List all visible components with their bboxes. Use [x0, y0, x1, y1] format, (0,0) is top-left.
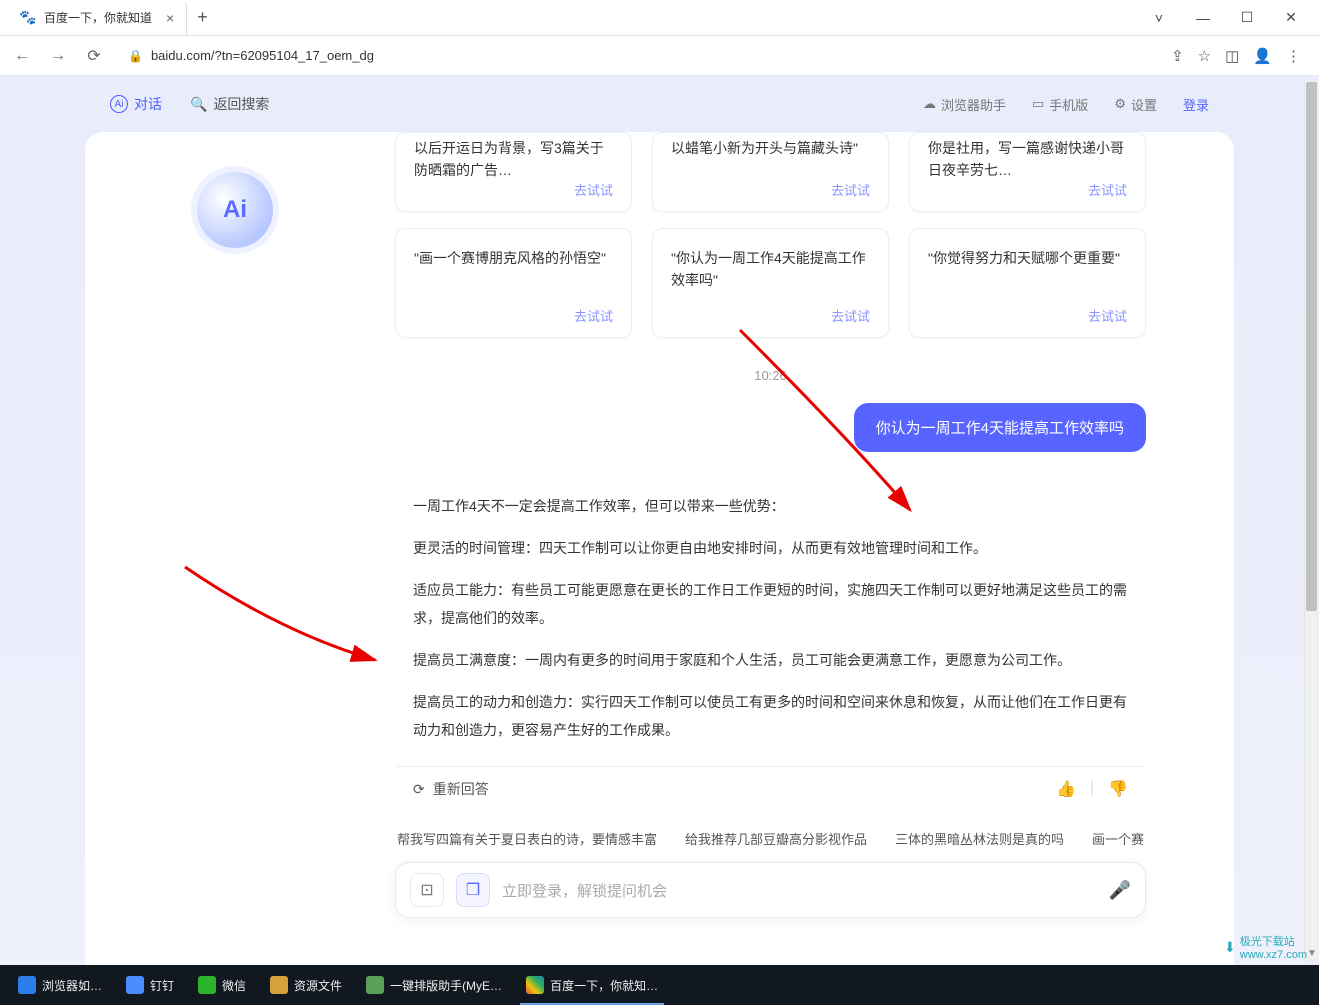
suggestion-chip[interactable]: 三体的黑暗丛林法则是真的吗 [895, 829, 1064, 848]
phone-icon: ▭ [1032, 96, 1044, 112]
browser-tab[interactable]: 🐾 百度一下，你就知道 × [8, 1, 187, 35]
sidebar: Ai [85, 132, 385, 248]
folder-icon [270, 976, 288, 994]
wechat-icon [198, 976, 216, 994]
page-content: Ai 对话 🔍 返回搜索 ☁ 浏览器助手 ▭ 手机版 ⚙ 设置 登录 [0, 76, 1319, 965]
taskbar-item[interactable]: 浏览器如… [6, 965, 114, 1005]
url-input[interactable]: 🔒 baidu.com/?tn=62095104_17_oem_dg [118, 44, 1159, 67]
star-icon[interactable]: ☆ [1198, 47, 1211, 65]
taskbar-item[interactable]: 微信 [186, 965, 258, 1005]
reply-actions: ⟳ 重新回答 👍 | 👎 [395, 767, 1146, 811]
suggestion-chip[interactable]: 画一个赛 [1092, 829, 1144, 848]
timestamp: 10:26 [395, 368, 1146, 383]
suggestion-card[interactable]: 你是社用，写一篇感谢快递小哥日夜辛劳七… 去试试 [909, 132, 1146, 212]
suggestion-card[interactable]: 以后开运日为背景，写3篇关于防晒霜的广告… 去试试 [395, 132, 632, 212]
watermark-icon: ⬇ [1224, 939, 1236, 956]
suggestion-chips: 帮我写四篇有关于夏日表白的诗，要情感丰富 给我推荐几部豆瓣高分影视作品 三体的黑… [397, 829, 1144, 848]
return-search-link[interactable]: 🔍 返回搜索 [190, 94, 269, 114]
chat-input-bar: ⊡ ❒ 立即登录，解锁提问机会 🎤 [395, 862, 1146, 918]
menu-icon[interactable]: ⋮ [1286, 47, 1301, 65]
thumbs-up-icon[interactable]: 👍 [1056, 779, 1076, 799]
ai-reply: 一周工作4天不一定会提高工作效率，但可以带来一些优势： 更灵活的时间管理：四天工… [395, 470, 1146, 767]
dialog-tab[interactable]: Ai 对话 [110, 94, 162, 114]
scroll-thumb[interactable] [1306, 82, 1317, 611]
suggestion-card[interactable]: 以蜡笔小新为开头与篇藏头诗" 去试试 [652, 132, 889, 212]
return-search-label: 返回搜索 [213, 94, 269, 114]
try-link[interactable]: 去试试 [831, 180, 870, 199]
suggestion-chip[interactable]: 给我推荐几部豆瓣高分影视作品 [685, 829, 867, 848]
try-link[interactable]: 去试试 [1088, 180, 1127, 199]
back-button[interactable]: ← [10, 47, 34, 65]
main-panel: Ai 以后开运日为背景，写3篇关于防晒霜的广告… 去试试 以蜡笔小新为开头与篇藏… [85, 132, 1234, 965]
taskbar-item[interactable]: 一键排版助手(MyE… [354, 965, 514, 1005]
attach-button[interactable]: ⊡ [410, 873, 444, 907]
mobile-link[interactable]: ▭ 手机版 [1032, 95, 1088, 114]
profile-icon[interactable]: 👤 [1253, 47, 1272, 65]
taskbar-item[interactable]: 资源文件 [258, 965, 354, 1005]
address-bar: ← → ⟳ 🔒 baidu.com/?tn=62095104_17_oem_dg… [0, 36, 1319, 76]
user-bubble: 你认为一周工作4天能提高工作效率吗 [854, 403, 1146, 452]
url-text: baidu.com/?tn=62095104_17_oem_dg [151, 48, 374, 63]
scroll-down-icon[interactable]: ▼ [1305, 948, 1319, 959]
tab-title: 百度一下，你就知道 [44, 9, 152, 26]
taskbar-item-active[interactable]: 百度一下，你就知… [514, 965, 670, 1005]
lock-icon: 🔒 [128, 49, 143, 63]
window-close-icon[interactable]: ✕ [1271, 4, 1311, 32]
taskbar-item[interactable]: 钉钉 [114, 965, 186, 1005]
ai-badge-icon: Ai [110, 95, 128, 113]
search-icon: 🔍 [190, 96, 207, 113]
windows-taskbar: 浏览器如… 钉钉 微信 资源文件 一键排版助手(MyE… 百度一下，你就知… [0, 965, 1319, 1005]
chat-input[interactable]: 立即登录，解锁提问机会 [502, 880, 1097, 901]
app-icon [366, 976, 384, 994]
browser-icon [18, 976, 36, 994]
cube-button[interactable]: ❒ [456, 873, 490, 907]
watermark: ⬇ 极光下载站 www.xz7.com [1224, 933, 1307, 961]
regenerate-button[interactable]: ⟳ 重新回答 [413, 779, 489, 799]
try-link[interactable]: 去试试 [1088, 306, 1127, 325]
forward-button[interactable]: → [46, 47, 70, 65]
new-tab-button[interactable]: + [197, 7, 208, 28]
try-link[interactable]: 去试试 [574, 306, 613, 325]
reload-button[interactable]: ⟳ [82, 46, 106, 66]
mic-icon[interactable]: 🎤 [1109, 880, 1131, 901]
page-header: Ai 对话 🔍 返回搜索 ☁ 浏览器助手 ▭ 手机版 ⚙ 设置 登录 [0, 76, 1319, 132]
gear-icon: ⚙ [1114, 96, 1126, 112]
try-link[interactable]: 去试试 [574, 180, 613, 199]
ai-avatar-icon: Ai [197, 172, 273, 248]
suggestion-chip[interactable]: 帮我写四篇有关于夏日表白的诗，要情感丰富 [397, 829, 657, 848]
thumbs-down-icon[interactable]: 👎 [1108, 779, 1128, 799]
suggestion-cards-row1: 以后开运日为背景，写3篇关于防晒霜的广告… 去试试 以蜡笔小新为开头与篇藏头诗"… [395, 132, 1146, 212]
close-tab-icon[interactable]: × [166, 10, 174, 26]
window-maximize-icon[interactable]: ☐ [1227, 4, 1267, 32]
chrome-icon [526, 976, 544, 994]
suggestion-card[interactable]: "你觉得努力和天赋哪个更重要" 去试试 [909, 228, 1146, 338]
window-minimize-icon[interactable]: — [1183, 4, 1223, 32]
window-chevron-icon[interactable]: ˅ [1139, 4, 1179, 32]
suggestion-cards-row2: "画一个赛博朋克风格的孙悟空" 去试试 "你认为一周工作4天能提高工作效率吗" … [395, 228, 1146, 338]
share-icon[interactable]: ⇪ [1171, 47, 1184, 65]
cloud-icon: ☁ [923, 96, 936, 112]
chat-content: 以后开运日为背景，写3篇关于防晒霜的广告… 去试试 以蜡笔小新为开头与篇藏头诗"… [385, 132, 1234, 965]
scrollbar[interactable]: ▲ ▼ [1304, 80, 1319, 961]
dingtalk-icon [126, 976, 144, 994]
refresh-icon: ⟳ [413, 781, 425, 798]
settings-link[interactable]: ⚙ 设置 [1114, 95, 1157, 114]
baidu-favicon: 🐾 [20, 10, 36, 26]
browser-helper-link[interactable]: ☁ 浏览器助手 [923, 95, 1006, 114]
user-message: 你认为一周工作4天能提高工作效率吗 [395, 403, 1146, 452]
suggestion-card[interactable]: "你认为一周工作4天能提高工作效率吗" 去试试 [652, 228, 889, 338]
dialog-tab-label: 对话 [134, 94, 162, 114]
login-button[interactable]: 登录 [1183, 95, 1209, 114]
try-link[interactable]: 去试试 [831, 306, 870, 325]
suggestion-card[interactable]: "画一个赛博朋克风格的孙悟空" 去试试 [395, 228, 632, 338]
browser-titlebar: 🐾 百度一下，你就知道 × + ˅ — ☐ ✕ [0, 0, 1319, 36]
side-panel-icon[interactable]: ◫ [1225, 47, 1239, 65]
